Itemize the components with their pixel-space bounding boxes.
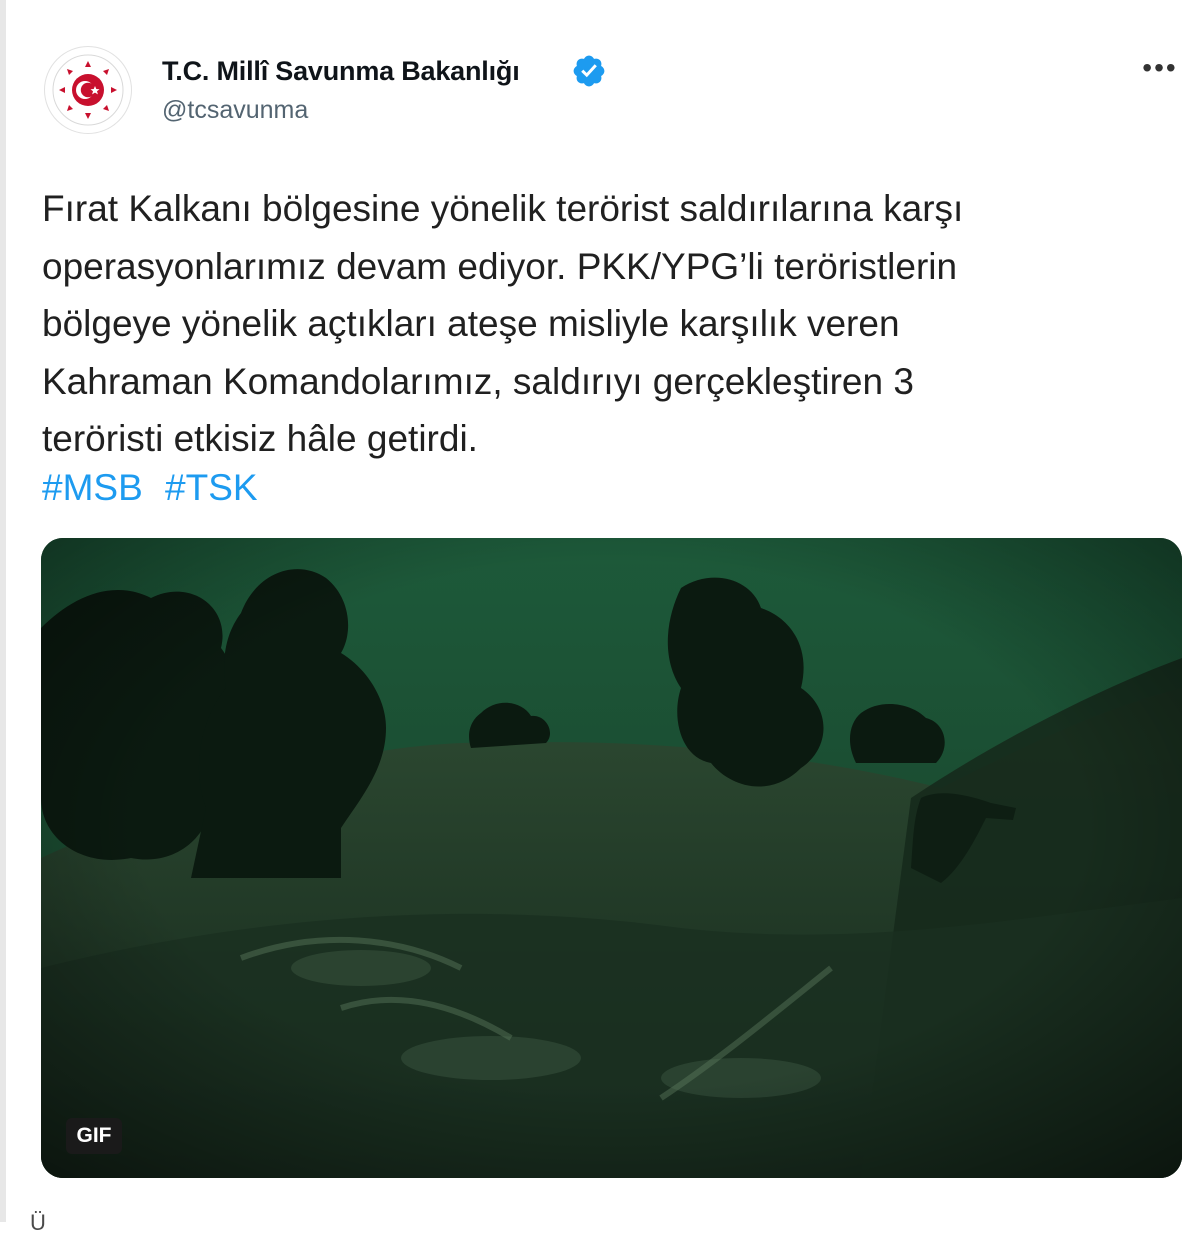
account-handle[interactable]: @tcsavunma [162,96,308,125]
tweet-text-line: bölgeye yönelik açtıkları ateşe misliyle… [42,303,900,344]
cropped-bottom-text: Ü [30,1210,46,1235]
gif-media[interactable] [41,538,1182,1178]
ministry-emblem-icon [52,54,124,126]
tweet-text-line: Kahraman Komandolarımız, saldırıyı gerçe… [42,360,914,402]
hashtag-link-msb[interactable]: #MSB [42,467,143,508]
hashtag-link-tsk[interactable]: #TSK [165,467,258,508]
tweet-text-line: Fırat Kalkanı bölgesine yönelik terörist… [42,188,964,229]
more-horizontal-icon: ••• [1142,52,1178,83]
gif-badge: GIF [66,1118,122,1154]
more-options-button[interactable]: ••• [1140,52,1180,83]
night-vision-scene [41,538,1182,1178]
display-name[interactable]: T.C. Millî Savunma Bakanlığı [162,56,520,87]
hashtag-row: #MSB #TSK [42,460,270,516]
image-border-left [0,0,6,1222]
avatar[interactable] [44,46,132,134]
tweet-text-line: teröristi etkisiz hâle getirdi. [42,418,478,459]
tweet-text: Fırat Kalkanı bölgesine yönelik terörist… [42,180,1182,468]
tweet-text-line: operasyonlarımız devam ediyor. PKK/YPG’l… [42,245,958,287]
verified-badge-icon [573,55,605,87]
